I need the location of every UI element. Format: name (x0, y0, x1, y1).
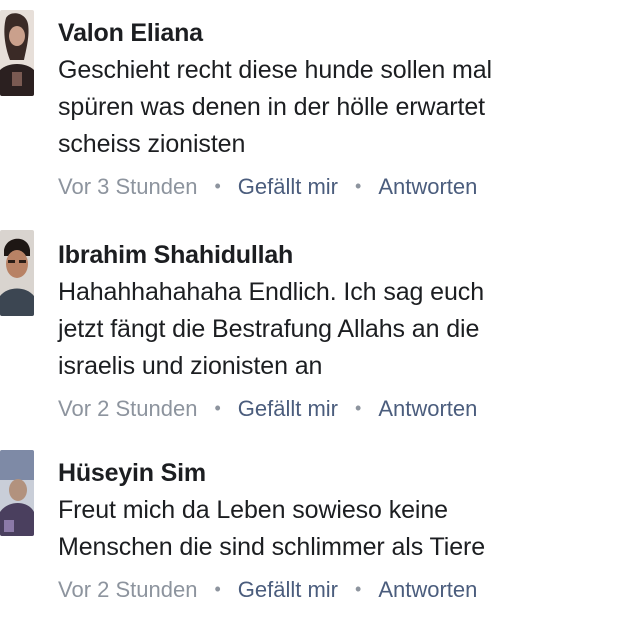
comment-author[interactable]: Valon Eliana (58, 18, 630, 48)
comment-line: spüren was denen in der hölle erwartet (58, 93, 486, 121)
reply-button[interactable]: Antworten (378, 577, 477, 602)
comment-line: jetzt fängt die Bestrafung Allahs an die (58, 315, 480, 343)
separator-dot: • (214, 176, 221, 196)
like-button[interactable]: Gefällt mir (238, 577, 338, 602)
reply-button[interactable]: Antworten (378, 396, 477, 421)
avatar[interactable] (0, 450, 34, 536)
comment-meta: Vor 2 Stunden • Gefällt mir • Antworten (58, 395, 630, 424)
comment-line: scheiss zionisten (58, 130, 246, 158)
comment-line: israelis und zionisten an (58, 352, 323, 380)
reply-button[interactable]: Antworten (378, 174, 477, 199)
separator-dot: • (355, 176, 362, 196)
like-button[interactable]: Gefällt mir (238, 174, 338, 199)
timestamp[interactable]: Vor 2 Stunden (58, 577, 197, 602)
timestamp[interactable]: Vor 3 Stunden (58, 174, 197, 199)
comment-meta: Vor 2 Stunden • Gefällt mir • Antworten (58, 576, 630, 605)
comment-text: Geschieht recht diese hunde sollen mal s… (58, 52, 630, 163)
avatar[interactable] (0, 10, 34, 96)
like-button[interactable]: Gefällt mir (238, 396, 338, 421)
comment-feed: Valon Eliana Geschieht recht diese hunde… (0, 0, 640, 620)
separator-dot: • (355, 398, 362, 418)
comment-text: Hahahhahahaha Endlich. Ich sag euch jetz… (58, 274, 630, 385)
timestamp[interactable]: Vor 2 Stunden (58, 396, 197, 421)
comment-line: Menschen die sind schlimmer als Tiere (58, 533, 486, 561)
comment-line: Hahahhahahaha Endlich. Ich sag euch (58, 278, 484, 306)
comment-line: Freut mich da Leben sowieso keine (58, 496, 448, 524)
separator-dot: • (355, 579, 362, 599)
comment-text: Freut mich da Leben sowieso keine Mensch… (58, 492, 630, 566)
avatar[interactable] (0, 230, 34, 316)
separator-dot: • (214, 398, 221, 418)
separator-dot: • (214, 579, 221, 599)
comment-author[interactable]: Ibrahim Shahidullah (58, 240, 630, 270)
comment-meta: Vor 3 Stunden • Gefällt mir • Antworten (58, 173, 630, 202)
comment-author[interactable]: Hüseyin Sim (58, 458, 630, 488)
comment-line: Geschieht recht diese hunde sollen mal (58, 56, 492, 84)
